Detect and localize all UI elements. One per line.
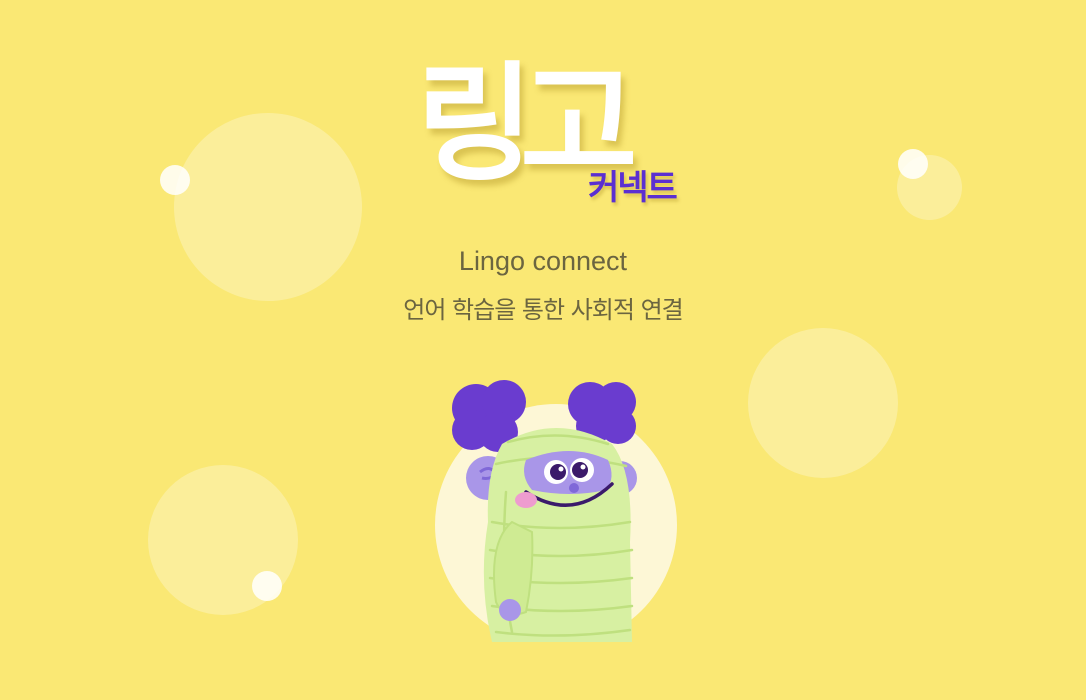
logo-subtitle: 커넥트 [588, 168, 678, 208]
mummy-monster-mascot-icon [430, 372, 690, 662]
app-name: Lingo connect [458, 246, 628, 276]
decor-dot-left-top [160, 165, 190, 195]
decor-dot-right-top [898, 149, 928, 179]
tagline: 언어 학습을 통한 사회적 연결 [403, 296, 683, 324]
decor-dot-left-bottom [252, 571, 282, 601]
decor-bubble-left-top [174, 113, 362, 301]
decor-bubble-right-middle [748, 328, 898, 478]
